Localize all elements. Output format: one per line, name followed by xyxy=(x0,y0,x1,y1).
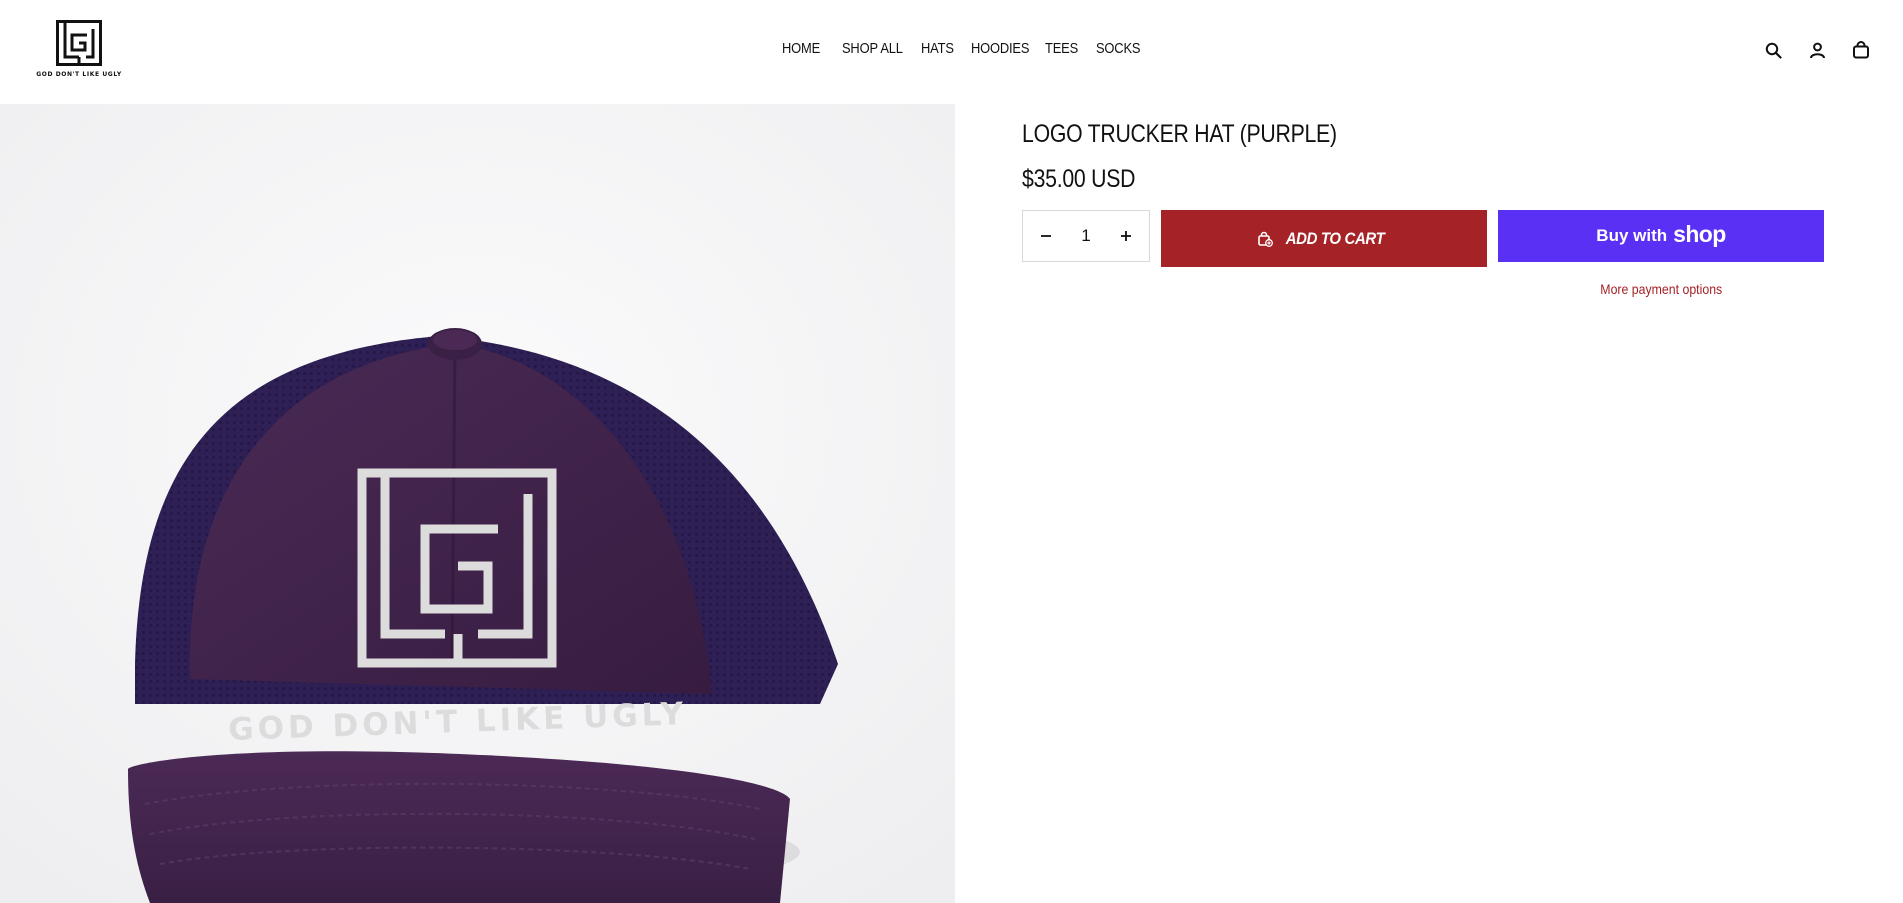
account-icon xyxy=(1809,42,1825,58)
product-image[interactable]: GOD DON'T LIKE UGLY xyxy=(0,104,955,903)
site-header: GOD DON'T LIKE UGLY HOME SHOP ALL HATS H… xyxy=(0,0,1903,104)
more-payment-options-label: More payment options xyxy=(1600,281,1722,297)
plus-icon xyxy=(1121,231,1131,241)
quantity-increase-button[interactable] xyxy=(1115,225,1137,247)
buy-with-label: Buy with xyxy=(1596,226,1668,245)
nav-item-hats[interactable]: HATS xyxy=(921,40,954,57)
minus-icon xyxy=(1041,235,1051,237)
product-price: $35.00 USD xyxy=(1022,165,1136,193)
buy-with-shop-button[interactable]: Buy with shop xyxy=(1498,210,1824,262)
search-icon xyxy=(1765,42,1782,59)
quantity-input[interactable] xyxy=(1066,225,1106,247)
logo-text: GOD DON'T LIKE UGLY xyxy=(36,71,122,78)
product-info: LOGO TRUCKER HAT (PURPLE) $35.00 USD 1 A… xyxy=(1022,120,1826,267)
header-icons xyxy=(1763,40,1871,60)
add-to-cart-button[interactable]: ADD TO CART xyxy=(1161,210,1487,267)
more-payment-options-link[interactable]: More payment options xyxy=(1498,281,1824,297)
account-button[interactable] xyxy=(1807,40,1827,60)
nav-item-shop-all[interactable]: SHOP ALL xyxy=(842,40,903,57)
quantity-decrease-button[interactable] xyxy=(1035,225,1057,247)
add-to-cart-label: ADD TO CART xyxy=(1285,228,1385,248)
search-button[interactable] xyxy=(1763,40,1783,60)
nav-item-socks[interactable]: SOCKS xyxy=(1096,40,1140,57)
quantity-stepper xyxy=(1022,210,1150,262)
product-title: LOGO TRUCKER HAT (PURPLE) xyxy=(1022,120,1337,148)
trucker-hat-image: GOD DON'T LIKE UGLY xyxy=(0,104,955,903)
nav-item-tees[interactable]: TEES xyxy=(1045,40,1078,57)
shop-pay-logo: shop xyxy=(1673,220,1726,247)
nav-item-hoodies[interactable]: HOODIES xyxy=(971,40,1029,57)
nav-item-home[interactable]: HOME xyxy=(782,40,820,57)
cart-icon xyxy=(1853,41,1869,59)
bag-add-icon xyxy=(1258,231,1273,247)
cart-button[interactable] xyxy=(1851,40,1871,60)
main-nav: HOME SHOP ALL HATS HOODIES TEES SOCKS xyxy=(0,40,1903,57)
